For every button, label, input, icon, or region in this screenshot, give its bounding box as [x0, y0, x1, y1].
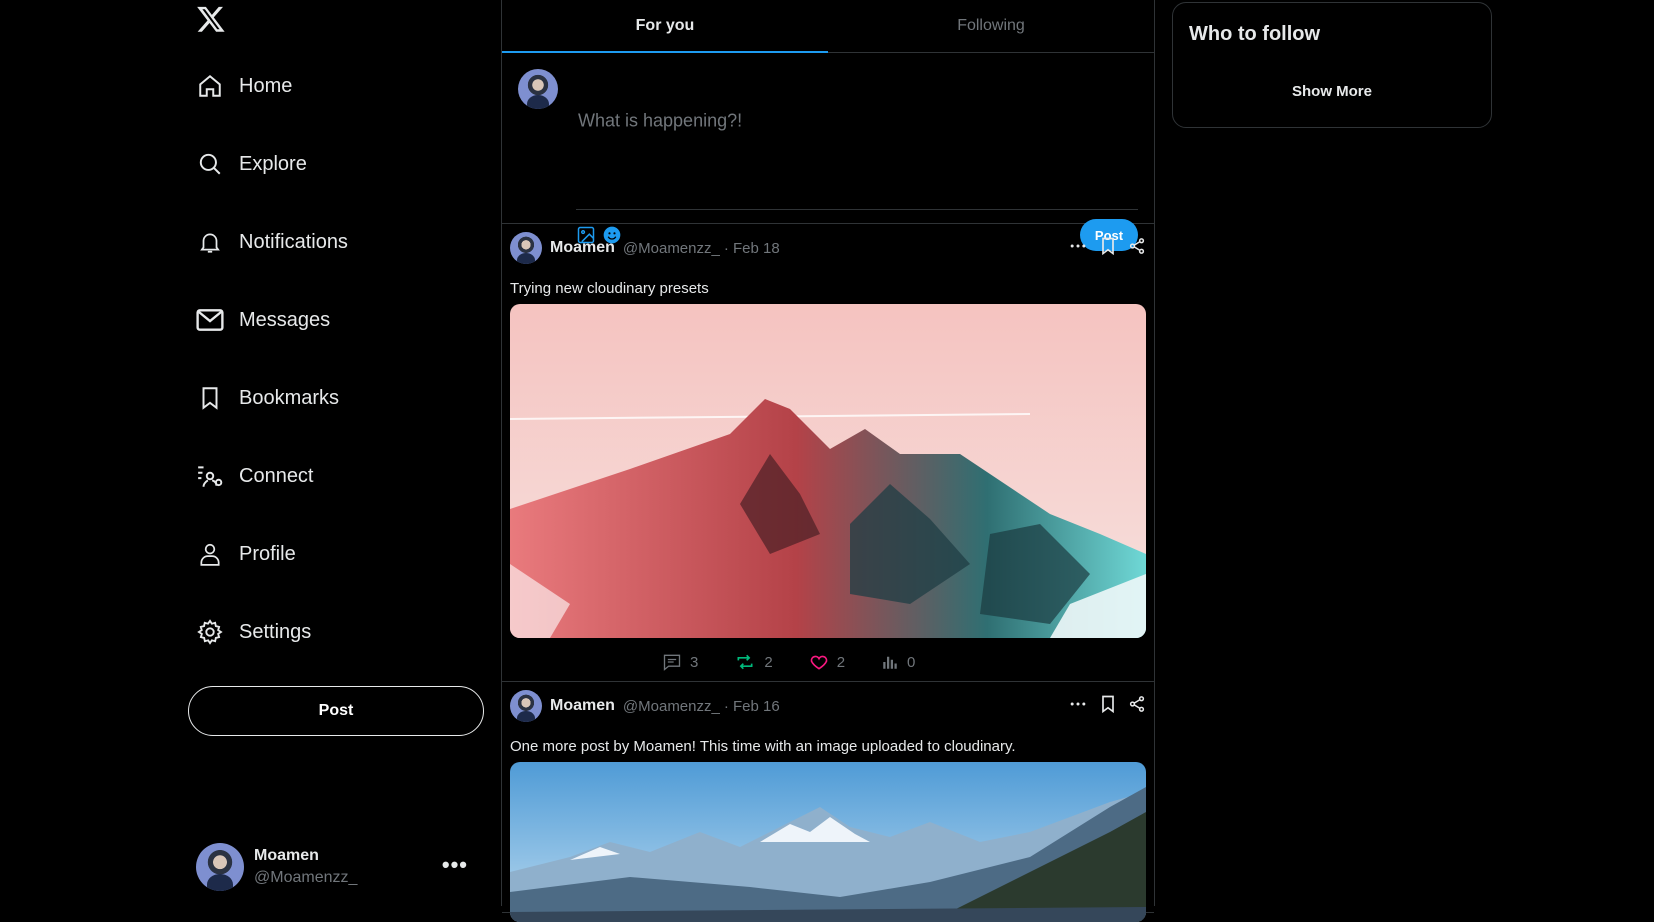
bell-icon: [196, 228, 224, 256]
chart-icon: [883, 656, 897, 669]
heart-icon: [810, 655, 828, 670]
tweet-image[interactable]: [510, 304, 1146, 638]
tweet-author-handle: @Moamenzz_: [622, 239, 720, 257]
sidebar-item-label: Messages: [239, 308, 331, 331]
tweet-author-name[interactable]: Moamen: [550, 239, 615, 257]
connect-icon: [196, 462, 224, 490]
x-logo-icon[interactable]: [196, 4, 226, 34]
bookmark-icon: [196, 384, 224, 412]
share-icon[interactable]: [1128, 237, 1146, 255]
tweet-header: Moamen @Moamenzz_ · Feb 18: [510, 232, 780, 264]
gear-icon: [196, 618, 224, 646]
views-button[interactable]: 0: [881, 652, 915, 672]
search-icon: [196, 150, 224, 178]
more-icon[interactable]: [1068, 694, 1088, 714]
sidebar-item-settings[interactable]: Settings: [196, 612, 311, 652]
show-more-link[interactable]: Show More: [1173, 83, 1491, 100]
sidebar-item-explore[interactable]: Explore: [196, 144, 307, 184]
tweet-top-actions: [1068, 694, 1146, 714]
tweet-author-handle: @Moamenzz_: [622, 697, 720, 715]
sidebar-item-connect[interactable]: Connect: [196, 456, 314, 496]
who-to-follow-panel: Who to follow Show More: [1172, 2, 1492, 128]
tweet-header: Moamen @Moamenzz_ · Feb 16: [510, 690, 780, 722]
sidebar-item-label: Connect: [239, 464, 314, 487]
more-icon[interactable]: [1068, 236, 1088, 256]
sidebar-item-label: Settings: [239, 620, 312, 643]
tweet[interactable]: Moamen @Moamenzz_ · Feb 18 Trying new cl…: [502, 224, 1154, 682]
user-icon: [196, 540, 224, 568]
timeline-tabs: For you Following: [502, 0, 1154, 53]
retweet-count: 2: [764, 653, 773, 671]
tweet-date: · Feb 18: [723, 239, 780, 257]
sidebar-item-home[interactable]: Home: [196, 66, 292, 106]
reply-button[interactable]: 3: [662, 652, 698, 672]
tweet[interactable]: Moamen @Moamenzz_ · Feb 16 One more post…: [502, 682, 1154, 922]
like-button[interactable]: 2: [809, 652, 845, 672]
tab-for-you[interactable]: For you: [502, 0, 828, 53]
views-count: 0: [907, 653, 916, 671]
reply-count: 3: [690, 653, 699, 671]
bookmark-icon[interactable]: [1098, 236, 1118, 256]
sidebar-item-bookmarks[interactable]: Bookmarks: [196, 378, 339, 418]
divider: [576, 209, 1138, 210]
sidebar-item-messages[interactable]: Messages: [196, 300, 330, 340]
avatar: [196, 843, 244, 891]
compose-input[interactable]: [576, 109, 1120, 133]
sidebar-item-label: Notifications: [239, 230, 348, 253]
sidebar-post-button[interactable]: Post: [188, 686, 484, 736]
tweet-date: · Feb 16: [723, 697, 780, 715]
retweet-button[interactable]: 2: [734, 652, 773, 672]
tweet-top-actions: [1068, 236, 1146, 256]
account-switcher[interactable]: Moamen @Moamenzz_ •••: [196, 842, 476, 892]
home-icon: [196, 72, 224, 100]
sidebar-item-label: Home: [239, 74, 293, 97]
sidebar-item-label: Bookmarks: [239, 386, 340, 409]
more-icon[interactable]: •••: [442, 852, 468, 878]
main-timeline: For you Following Post Moamen @Moamenzz_…: [501, 0, 1155, 922]
sidebar-item-label: Profile: [239, 542, 296, 565]
mail-icon: [196, 306, 224, 334]
tweet-text: One more post by Moamen! This time with …: [510, 738, 1016, 755]
like-count: 2: [836, 653, 846, 671]
tweet-text: Trying new cloudinary presets: [510, 280, 709, 297]
reply-icon: [663, 654, 681, 671]
tweet-stats: 3 2 2 0: [662, 652, 915, 672]
sidebar-item-label: Explore: [239, 152, 307, 175]
account-handle: @Moamenzz_: [254, 869, 358, 886]
sidebar-item-profile[interactable]: Profile: [196, 534, 296, 574]
tab-following[interactable]: Following: [828, 0, 1154, 52]
account-name: Moamen: [254, 847, 319, 864]
avatar[interactable]: [510, 232, 542, 264]
share-icon[interactable]: [1128, 695, 1146, 713]
bookmark-icon[interactable]: [1098, 694, 1118, 714]
avatar: [518, 69, 558, 109]
panel-title: Who to follow: [1189, 23, 1321, 45]
sidebar-item-notifications[interactable]: Notifications: [196, 222, 348, 262]
tweet-composer: Post: [502, 53, 1154, 251]
tweet-image[interactable]: [510, 762, 1146, 922]
retweet-icon: [737, 654, 753, 670]
tweet-author-name[interactable]: Moamen: [550, 697, 615, 715]
sidebar: Home Explore Notifications Messages Book…: [188, 0, 488, 906]
avatar[interactable]: [510, 690, 542, 722]
